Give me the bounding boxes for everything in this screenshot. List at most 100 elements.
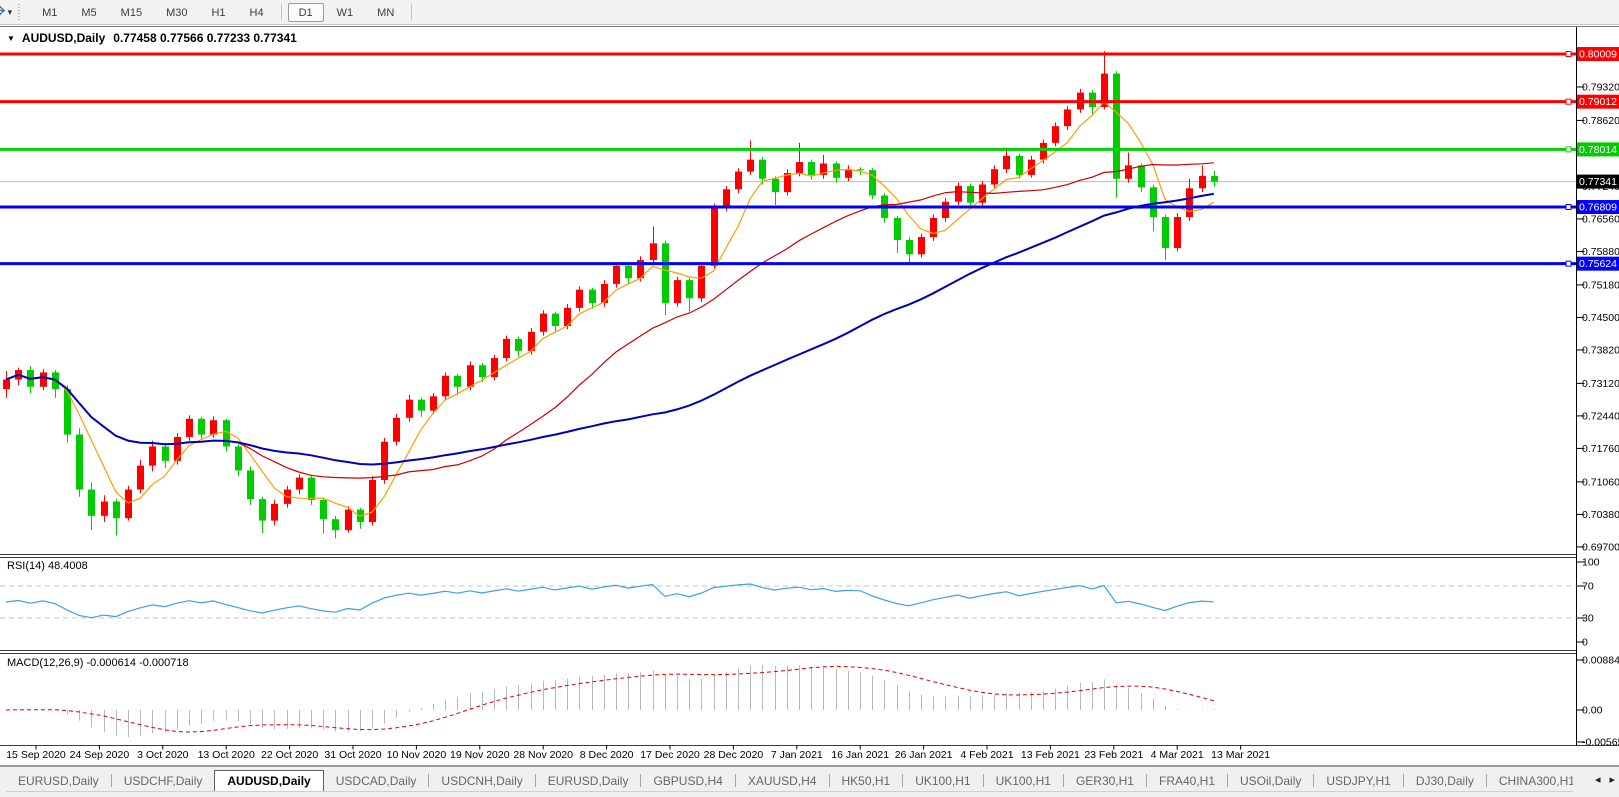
candle-body-up: [1040, 143, 1047, 160]
date-tick-label: 4 Mar 2021: [1151, 749, 1204, 761]
candle-body-down: [88, 490, 95, 516]
rsi-label: RSI(14) 48.4008: [7, 560, 88, 572]
chart-tab-usdchf-daily[interactable]: USDCHF,Daily: [112, 771, 215, 791]
timeframe-button-h1[interactable]: H1: [200, 3, 236, 22]
chart-tab-dj30-daily[interactable]: DJ30,Daily: [1404, 771, 1486, 791]
candle-body-down: [418, 400, 425, 411]
chart-tab-eurusd-daily[interactable]: EURUSD,Daily: [6, 771, 111, 791]
date-tick-label: 15 Sep 2020: [6, 749, 66, 761]
level-line-anchor[interactable]: [1566, 147, 1571, 152]
macd-tick-label: -0.00565: [1582, 736, 1619, 748]
candle-body-up: [101, 502, 108, 516]
candle-body-up: [650, 243, 657, 260]
candle-body-down: [308, 478, 315, 500]
chart-tab-audusd-daily[interactable]: AUDUSD,Daily: [214, 770, 323, 792]
timeframe-button-m5[interactable]: M5: [70, 3, 107, 22]
chart-ohlc-values: 0.77458 0.77566 0.77233 0.77341: [113, 31, 297, 45]
candle-body-down: [1089, 93, 1096, 107]
candle-body-up: [40, 372, 47, 386]
chart-tab-uk100-h1[interactable]: UK100,H1: [903, 771, 982, 791]
price-badge-text: 0.80009: [1579, 49, 1617, 61]
level-line-anchor[interactable]: [1566, 99, 1571, 104]
candle-body-down: [625, 266, 632, 278]
rsi-tick-label: 0: [1582, 637, 1588, 649]
chart-tab-uk100-h1[interactable]: UK100,H1: [984, 771, 1063, 791]
chart-tab-xauusd-h4[interactable]: XAUUSD,H4: [736, 771, 829, 791]
chart-tabs: EURUSD,DailyUSDCHF,DailyAUDUSD,DailyUSDC…: [6, 770, 1573, 792]
candle-body-up: [601, 284, 608, 303]
candle-body-down: [1138, 165, 1145, 187]
timeframe-button-d1[interactable]: D1: [288, 3, 324, 22]
candle-body-up: [393, 418, 400, 442]
price-tick-label: 0.75880: [1582, 246, 1619, 258]
candle-body-up: [137, 466, 144, 490]
price-tick-label: 0.72440: [1582, 410, 1619, 422]
candle-body-up: [698, 266, 705, 299]
chart-symbol-label: AUDUSD,Daily: [22, 31, 105, 45]
chart-tab-ger30-h1[interactable]: GER30,H1: [1064, 771, 1146, 791]
chart-tab-usdcnh-daily[interactable]: USDCNH,Daily: [429, 771, 534, 791]
timeframe-button-m15[interactable]: M15: [110, 3, 153, 22]
chart-window-background: [0, 26, 1619, 766]
candle-body-up: [369, 480, 376, 522]
candle-body-up: [955, 186, 962, 202]
candle-body-up: [918, 237, 925, 254]
candle-body-up: [796, 162, 803, 173]
price-tick-label: 0.73820: [1582, 344, 1619, 356]
chart-tab-hk50-h1[interactable]: HK50,H1: [830, 771, 903, 791]
tab-scroll-arrows: ◂ ▸: [1595, 773, 1615, 787]
candle-body-up: [174, 437, 181, 461]
candle-body-down: [772, 179, 779, 192]
candle-body-down: [479, 365, 486, 377]
chart-tab-gbpusd-h4[interactable]: GBPUSD,H4: [641, 771, 734, 791]
level-line-anchor[interactable]: [1566, 52, 1571, 57]
scroll-right-icon[interactable]: ▸: [1609, 773, 1615, 787]
dropdown-caret-icon[interactable]: ▾: [8, 7, 13, 18]
candle-body-down: [1113, 74, 1120, 179]
timeframe-button-m30[interactable]: M30: [155, 3, 198, 22]
rsi-tick-label: 70: [1582, 581, 1594, 593]
chart-tab-usdjpy-h1[interactable]: USDJPY,H1: [1314, 771, 1402, 791]
timeframe-button-m1[interactable]: M1: [31, 3, 68, 22]
trading-terminal: ✥ ▾ M1M5M15M30H1H4 D1W1MN 0.793200.786200…: [0, 0, 1619, 797]
scroll-left-icon[interactable]: ◂: [1595, 773, 1601, 787]
chart-tab-usoil-daily[interactable]: USOil,Daily: [1228, 771, 1313, 791]
level-line-anchor[interactable]: [1566, 205, 1571, 210]
candle-body-up: [1064, 109, 1071, 126]
level-line-anchor[interactable]: [1566, 261, 1571, 266]
price-tick-label: 0.69700: [1582, 541, 1619, 553]
candle-body-up: [442, 376, 449, 397]
timeframe-button-mn[interactable]: MN: [366, 3, 405, 22]
rsi-tick-label: 100: [1582, 557, 1600, 569]
price-tick-label: 0.70380: [1582, 509, 1619, 521]
chart-tab-china300-h1[interactable]: CHINA300,H1: [1487, 771, 1573, 791]
date-tick-label: 4 Feb 2021: [960, 749, 1013, 761]
chart-tab-eurusd-daily[interactable]: EURUSD,Daily: [536, 771, 641, 791]
candle-body-down: [515, 339, 522, 351]
candle-body-up: [1186, 188, 1193, 217]
price-badge-text: 0.78014: [1579, 144, 1617, 156]
date-tick-label: 13 Oct 2020: [198, 749, 255, 761]
candle-body-down: [759, 160, 766, 179]
candle-body-up: [942, 202, 949, 218]
chart-tab-usdcad-daily[interactable]: USDCAD,Daily: [324, 771, 429, 791]
chart-canvas[interactable]: 0.793200.786200.779400.772400.765600.758…: [0, 0, 1619, 797]
chart-tab-fra40-h1[interactable]: FRA40,H1: [1147, 771, 1227, 791]
date-tick-label: 31 Oct 2020: [324, 749, 381, 761]
candle-body-up: [576, 290, 583, 308]
candle-body-down: [320, 500, 327, 519]
chart-menu-triangle-icon[interactable]: ▼: [7, 34, 15, 43]
timeframe-button-h4[interactable]: H4: [239, 3, 275, 22]
candle-body-up: [930, 218, 937, 237]
timeframe-button-w1[interactable]: W1: [326, 3, 365, 22]
move-cursor-icon[interactable]: ✥: [0, 1, 6, 23]
candle-body-up: [991, 169, 998, 184]
toolbar-grip[interactable]: [18, 4, 23, 20]
candle-body-down: [76, 435, 83, 490]
price-badge-text: 0.76809: [1579, 202, 1617, 214]
date-tick-label: 8 Dec 2020: [580, 749, 634, 761]
candle-body-up: [1125, 165, 1132, 178]
candle-body-up: [345, 510, 352, 531]
toolbar-separator: [281, 4, 282, 20]
date-tick-label: 28 Dec 2020: [704, 749, 764, 761]
